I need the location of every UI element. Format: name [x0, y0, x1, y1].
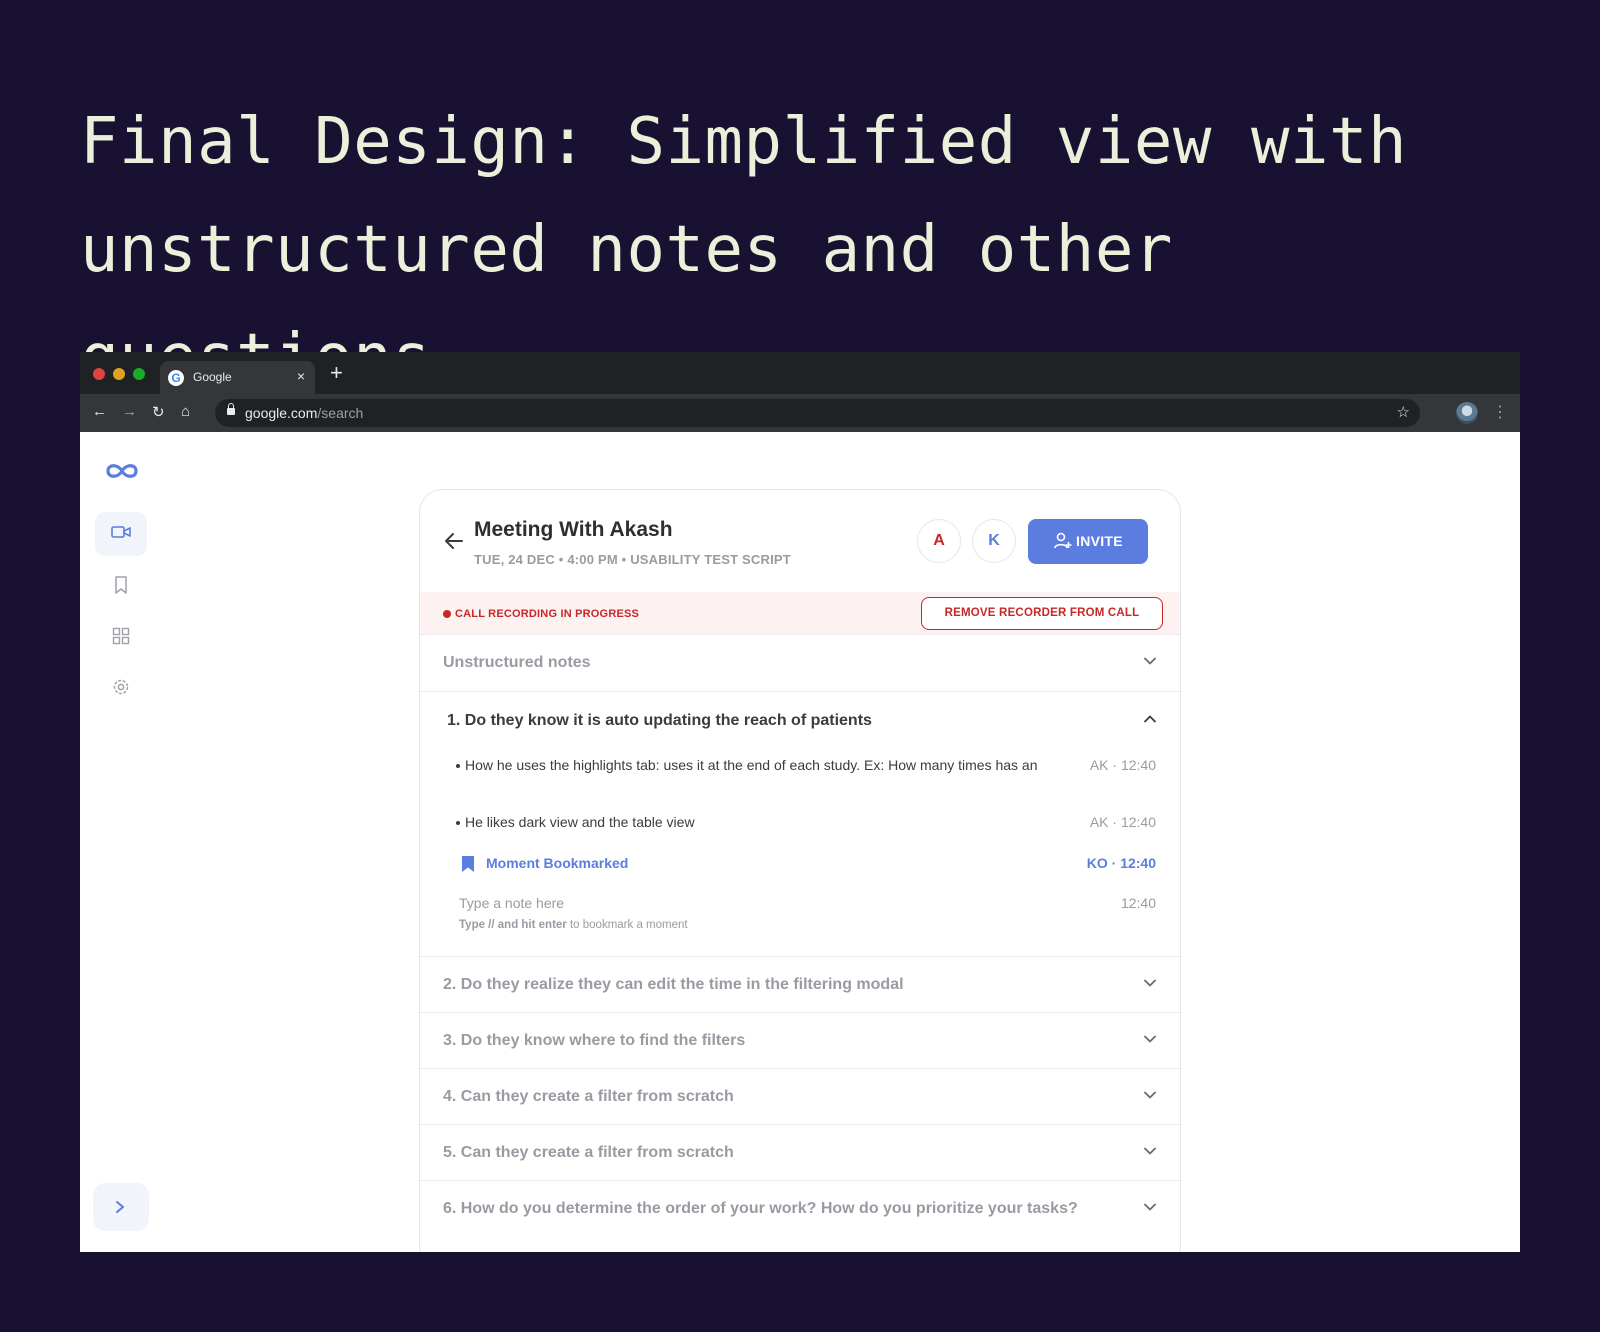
- bookmark-filled-icon: [462, 856, 474, 872]
- question-row[interactable]: 4. Can they create a filter from scratch: [420, 1068, 1180, 1125]
- browser-tab-bar: G Google × +: [80, 352, 1520, 394]
- browser-window: G Google × + ← → ↻ ⌂ google.com/search ☆…: [80, 352, 1520, 1252]
- sidebar-item-settings[interactable]: [95, 665, 147, 709]
- question-title[interactable]: 1. Do they know it is auto updating the …: [447, 712, 872, 730]
- window-minimize-button[interactable]: [113, 368, 125, 380]
- question-row[interactable]: 5. Can they create a filter from scratch: [420, 1124, 1180, 1181]
- question-label: 5. Can they create a filter from scratch: [443, 1144, 734, 1161]
- chevron-down-icon[interactable]: [1144, 657, 1156, 665]
- forward-nav-icon[interactable]: →: [122, 403, 137, 420]
- unstructured-notes-label: Unstructured notes: [443, 654, 591, 671]
- bookmark-star-icon[interactable]: ☆: [1397, 403, 1410, 421]
- chevron-right-icon: [116, 1201, 124, 1213]
- chevron-down-icon[interactable]: [1144, 1035, 1156, 1043]
- question-label: 2. Do they realize they can edit the tim…: [443, 976, 904, 993]
- meeting-notes-card: Meeting With Akash TUE, 24 DEC • 4:00 PM…: [419, 489, 1181, 1252]
- chevron-up-icon[interactable]: [1144, 715, 1156, 723]
- question-label: 6. How do you determine the order of you…: [443, 1200, 1078, 1217]
- sidebar-expand-button[interactable]: [93, 1183, 149, 1231]
- invite-button[interactable]: INVITE: [1028, 519, 1148, 564]
- reload-icon[interactable]: ↻: [152, 403, 165, 421]
- back-arrow-icon[interactable]: [444, 532, 464, 550]
- question-row[interactable]: 3. Do they know where to find the filter…: [420, 1012, 1180, 1069]
- window-close-button[interactable]: [93, 368, 105, 380]
- browser-tab[interactable]: G Google ×: [160, 361, 315, 394]
- bookmark-icon: [115, 576, 127, 594]
- back-nav-icon[interactable]: ←: [92, 403, 107, 420]
- url-text: google.com/search: [245, 405, 364, 421]
- home-icon[interactable]: ⌂: [181, 403, 190, 420]
- note-input[interactable]: Type a note here: [459, 895, 564, 911]
- tab-title: Google: [193, 370, 232, 384]
- video-camera-icon: [111, 526, 131, 538]
- note-input-time: 12:40: [1120, 895, 1156, 911]
- recording-dot-icon: [443, 610, 451, 618]
- bookmark-hint: Type // and hit enter to bookmark a mome…: [459, 919, 688, 931]
- meeting-subtitle: TUE, 24 DEC • 4:00 PM • USABILITY TEST S…: [474, 552, 791, 567]
- question-label: 3. Do they know where to find the filter…: [443, 1032, 746, 1049]
- question-row[interactable]: 2. Do they realize they can edit the tim…: [420, 956, 1180, 1013]
- bookmark-meta: KO · 12:40: [1086, 855, 1156, 871]
- remove-recorder-button[interactable]: REMOVE RECORDER FROM CALL: [921, 597, 1163, 630]
- address-bar[interactable]: google.com/search ☆: [215, 399, 1420, 427]
- meeting-title: Meeting With Akash: [474, 518, 673, 541]
- gear-icon: [113, 679, 129, 695]
- note-meta: AK · 12:40: [1089, 757, 1156, 773]
- recording-status: CALL RECORDING IN PROGRESS: [455, 608, 640, 620]
- profile-avatar[interactable]: [1456, 402, 1478, 424]
- chevron-down-icon[interactable]: [1144, 1147, 1156, 1155]
- grid-icon: [112, 627, 130, 645]
- window-maximize-button[interactable]: [133, 368, 145, 380]
- tab-close-icon[interactable]: ×: [297, 368, 305, 384]
- invite-button-label: INVITE: [1076, 533, 1123, 549]
- app-sidebar: [80, 432, 170, 1252]
- add-user-icon: [1054, 532, 1072, 549]
- recording-banner: CALL RECORDING IN PROGRESS REMOVE RECORD…: [420, 592, 1180, 634]
- sidebar-item-dashboard[interactable]: [95, 614, 147, 658]
- question-row[interactable]: 6. How do you determine the order of you…: [420, 1180, 1180, 1237]
- infinity-logo-icon: [106, 464, 138, 478]
- google-favicon-icon: G: [168, 370, 184, 386]
- browser-toolbar: ← → ↻ ⌂ google.com/search ☆ ⋮: [80, 394, 1520, 432]
- participant-avatar[interactable]: K: [972, 519, 1016, 563]
- note-meta: AK · 12:40: [1089, 814, 1156, 830]
- note-item: How he uses the highlights tab: uses it …: [456, 755, 1065, 776]
- question-section-expanded: 1. Do they know it is auto updating the …: [420, 691, 1180, 959]
- question-label: 4. Can they create a filter from scratch: [443, 1088, 734, 1105]
- note-item: He likes dark view and the table view: [456, 812, 1065, 833]
- unstructured-notes-row[interactable]: Unstructured notes: [420, 634, 1180, 691]
- chevron-down-icon[interactable]: [1144, 1091, 1156, 1099]
- participant-avatar[interactable]: A: [917, 519, 961, 563]
- sidebar-item-bookmarks[interactable]: [95, 563, 147, 607]
- new-tab-button[interactable]: +: [330, 360, 343, 386]
- bookmark-label[interactable]: Moment Bookmarked: [486, 855, 628, 871]
- chevron-down-icon[interactable]: [1144, 1203, 1156, 1211]
- sidebar-item-meetings[interactable]: [95, 512, 147, 556]
- browser-menu-icon[interactable]: ⋮: [1492, 402, 1508, 422]
- chevron-down-icon[interactable]: [1144, 979, 1156, 987]
- lock-icon: [227, 403, 235, 415]
